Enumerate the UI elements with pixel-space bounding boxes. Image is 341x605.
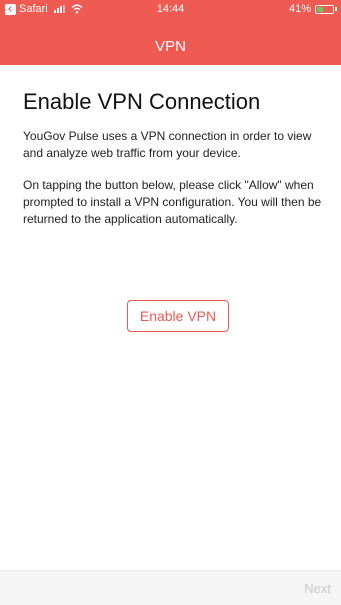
footer-bar: Next bbox=[0, 570, 341, 605]
battery-status: 41% bbox=[289, 3, 337, 15]
header-bar: Safari 14:44 41% VPN bbox=[0, 0, 341, 65]
battery-percent: 41% bbox=[288, 3, 311, 15]
battery-fill bbox=[317, 6, 323, 12]
nav-title: VPN bbox=[155, 38, 186, 55]
instructions-paragraph: On tapping the button below, please clic… bbox=[23, 178, 322, 226]
main-content: Enable VPN Connection YouGov Pulse uses … bbox=[23, 88, 323, 243]
page-title: Enable VPN Connection bbox=[23, 89, 261, 114]
battery-icon bbox=[315, 4, 334, 14]
intro-paragraph: YouGov Pulse uses a VPN connection in or… bbox=[23, 129, 312, 160]
battery-cap bbox=[335, 7, 337, 11]
status-bar: Safari 14:44 41% bbox=[0, 0, 341, 20]
enable-vpn-button[interactable]: Enable VPN bbox=[127, 300, 229, 332]
next-button[interactable]: Next bbox=[304, 581, 331, 596]
